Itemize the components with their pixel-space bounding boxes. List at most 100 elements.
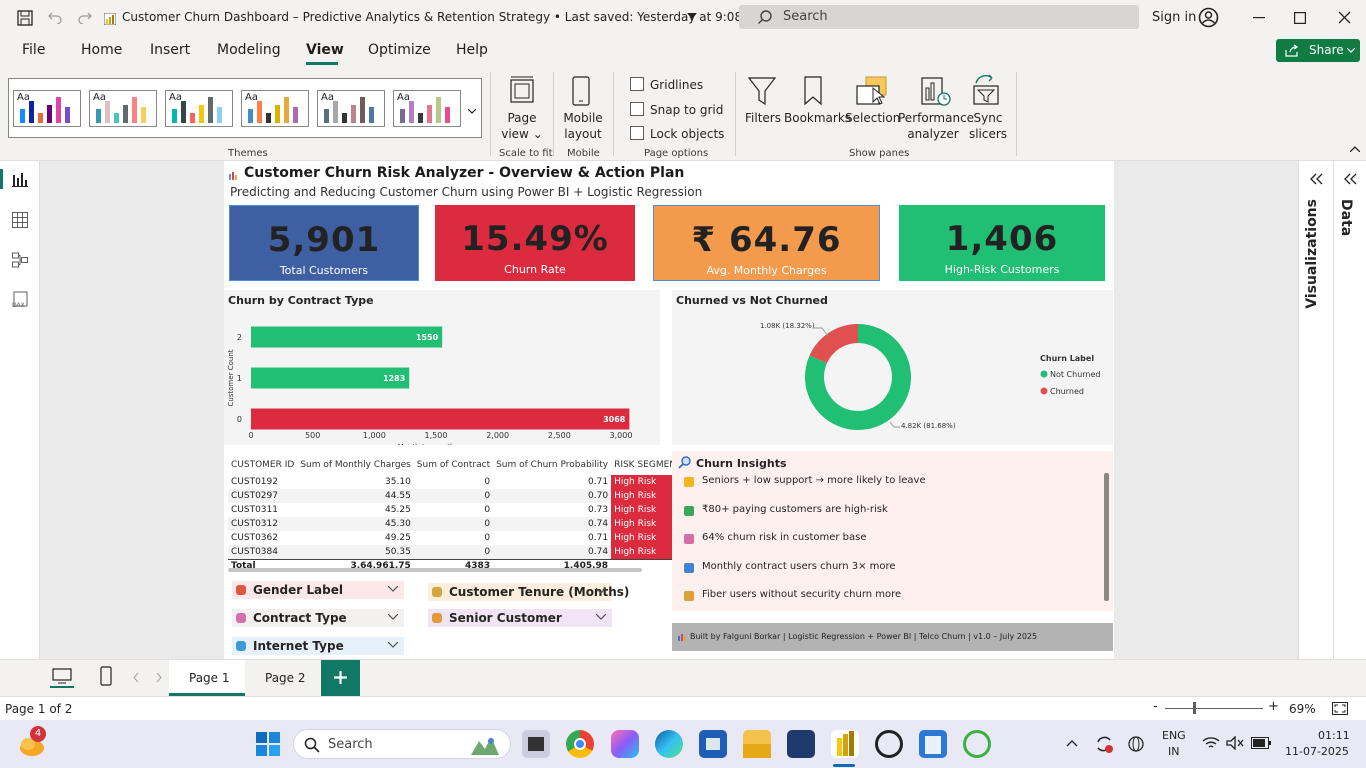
slicer-customer-tenure-months-[interactable]: Customer Tenure (Months) — [428, 583, 629, 601]
chevron-down-icon[interactable] — [388, 586, 398, 592]
chevron-down-icon[interactable] — [596, 614, 606, 620]
app-icon[interactable] — [963, 730, 991, 758]
theme-option[interactable]: Aa — [165, 90, 233, 127]
table-row[interactable]: CUST0297 44.55 0 0.70 High Risk — [228, 489, 680, 503]
menu-insert[interactable]: Insert — [150, 42, 190, 58]
mobile-layout-button[interactable]: Mobile layout — [560, 110, 606, 142]
region-code[interactable]: IN — [1168, 745, 1179, 758]
visualizations-pane-tab[interactable]: Visualizations — [1304, 199, 1320, 309]
tray-expand-icon[interactable] — [1066, 739, 1078, 747]
table-row[interactable]: CUST0362 49.25 0 0.71 High Risk — [228, 531, 680, 545]
collapse-ribbon-icon[interactable] — [1350, 146, 1360, 152]
menu-view[interactable]: View — [306, 42, 344, 58]
desktop-view-icon[interactable] — [52, 668, 72, 684]
close-icon[interactable] — [1338, 11, 1351, 24]
slicer-contract-type[interactable]: Contract Type — [232, 609, 404, 627]
theme-option[interactable]: Aa — [393, 90, 461, 127]
dax-query-view-icon[interactable]: DAX — [11, 291, 29, 309]
column-header[interactable]: Sum of Contract — [414, 455, 493, 475]
report-view-icon[interactable] — [12, 171, 28, 187]
table-row[interactable]: CUST0312 45.30 0 0.74 High Risk — [228, 517, 680, 531]
clock-time[interactable]: 01:11 — [1318, 729, 1350, 742]
scroll-right-icon[interactable] — [156, 673, 162, 682]
taskbar-search[interactable]: Search — [293, 729, 511, 759]
network-globe-icon[interactable] — [1127, 735, 1145, 753]
table-row[interactable]: CUST0311 45.25 0 0.73 High Risk — [228, 503, 680, 517]
zoom-slider-thumb[interactable] — [1193, 702, 1196, 714]
scroll-left-icon[interactable] — [133, 673, 139, 682]
filters-button[interactable]: Filters — [744, 110, 782, 126]
battery-icon[interactable] — [1251, 737, 1271, 749]
snap-checkbox[interactable] — [630, 102, 644, 116]
mobile-view-icon[interactable] — [100, 666, 112, 686]
task-view-icon[interactable] — [522, 730, 550, 758]
redo-icon[interactable] — [77, 10, 93, 24]
undo-icon[interactable] — [47, 10, 63, 24]
selection-button[interactable]: Selection — [845, 110, 900, 126]
data-pane-tab[interactable]: Data — [1338, 199, 1354, 236]
zoom-slider[interactable] — [1165, 708, 1263, 709]
sign-in-link[interactable]: Sign in — [1152, 10, 1196, 25]
chatgpt-icon[interactable] — [875, 730, 903, 758]
menu-optimize[interactable]: Optimize — [368, 42, 431, 58]
chrome-icon[interactable] — [566, 730, 594, 758]
title-dropdown-icon[interactable] — [687, 13, 697, 19]
wifi-icon[interactable] — [1202, 736, 1220, 750]
column-header[interactable]: Sum of Churn Probability — [493, 455, 611, 475]
column-header[interactable]: CUSTOMER ID — [228, 455, 297, 475]
file-explorer-icon[interactable] — [743, 730, 771, 758]
search-box[interactable]: Search — [739, 5, 1139, 29]
column-header[interactable]: RISK SEGMEN — [611, 455, 679, 475]
edge-icon[interactable] — [655, 730, 683, 758]
copilot-icon[interactable] — [611, 730, 639, 758]
table-row[interactable]: CUST0384 50.35 0 0.74 High Risk — [228, 545, 680, 559]
slicer-senior-customer[interactable]: Senior Customer — [428, 609, 612, 627]
tab-page-2[interactable]: Page 2 — [265, 671, 306, 685]
theme-option[interactable]: Aa — [317, 90, 385, 127]
expand-data-icon[interactable] — [1343, 173, 1357, 185]
bookmarks-button[interactable]: Bookmarks — [784, 110, 851, 126]
table-view-icon[interactable] — [12, 212, 28, 228]
slicer-internet-type[interactable]: Internet Type — [232, 637, 404, 655]
tab-page-1[interactable]: Page 1 — [169, 660, 245, 696]
gridlines-checkbox[interactable] — [630, 77, 644, 91]
menu-help[interactable]: Help — [456, 42, 488, 58]
share-button[interactable]: Share — [1276, 39, 1360, 62]
account-icon[interactable] — [1198, 7, 1219, 28]
windows-start-icon[interactable] — [256, 732, 280, 756]
theme-option[interactable]: Aa — [241, 90, 309, 127]
chevron-down-icon[interactable] — [388, 642, 398, 648]
expand-visualizations-icon[interactable] — [1309, 173, 1323, 185]
performance-analyzer-button[interactable]: Performance analyzer — [898, 110, 974, 142]
themes-expand-icon[interactable] — [468, 109, 476, 114]
bar-visual[interactable]: Churn by Contract Type 1550 2 1283 1 3068 0 0 5… — [224, 290, 660, 445]
lock-checkbox[interactable] — [630, 126, 644, 140]
theme-option[interactable]: Aa — [89, 90, 157, 127]
volume-muted-icon[interactable] — [1226, 736, 1244, 750]
theme-option[interactable]: Aa — [13, 90, 81, 127]
fit-to-page-icon[interactable] — [1332, 702, 1348, 715]
chevron-down-icon[interactable] — [596, 588, 606, 594]
column-header[interactable]: Sum of Monthly Charges — [297, 455, 413, 475]
table-visual[interactable]: CUSTOMER ID Sum of Monthly Charges Sum of … — [224, 451, 680, 572]
maximize-icon[interactable] — [1294, 12, 1306, 24]
zoom-in-button[interactable]: + — [1268, 699, 1279, 714]
sync-slicers-button[interactable]: Sync slicers — [968, 110, 1008, 142]
store-icon[interactable] — [699, 730, 727, 758]
powerbi-taskbar-icon[interactable] — [831, 730, 859, 758]
chevron-down-icon[interactable] — [388, 614, 398, 620]
page-view-button[interactable]: Page view ⌄ — [497, 110, 547, 142]
notepad-icon[interactable] — [919, 730, 947, 758]
sync-icon[interactable] — [1094, 734, 1114, 754]
clock-date[interactable]: 11-07-2025 — [1285, 745, 1349, 758]
table-row[interactable]: CUST0192 35.10 0 0.71 High Risk — [228, 475, 680, 489]
donut-visual[interactable]: Churned vs Not Churned 1.08K (18.32%) 4.8… — [672, 290, 1113, 445]
zoom-out-button[interactable]: - — [1153, 699, 1158, 714]
menu-file[interactable]: File — [22, 42, 45, 58]
table-scrollbar[interactable] — [228, 568, 642, 572]
insights-scrollbar[interactable] — [1104, 473, 1109, 601]
add-page-button[interactable] — [321, 660, 360, 696]
minimize-icon[interactable] — [1253, 17, 1265, 19]
slicer-gender-label[interactable]: Gender Label — [232, 581, 404, 599]
save-icon[interactable] — [17, 10, 33, 26]
